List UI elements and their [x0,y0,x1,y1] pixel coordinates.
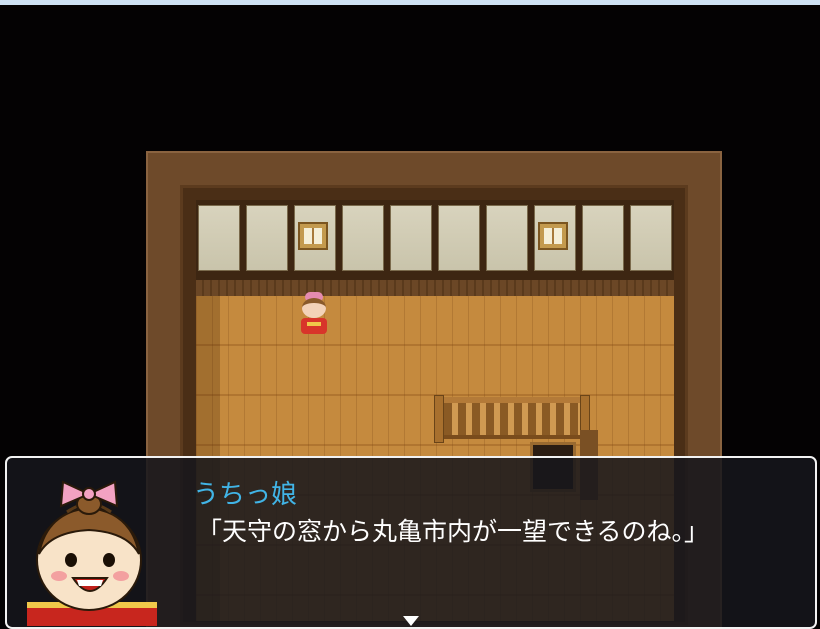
sprite-head [302,298,326,318]
shoji-panel [582,205,624,271]
player-sprite [297,292,331,340]
castle-window-left[interactable] [298,222,328,250]
shoji-panel [486,205,528,271]
sprite-obi [307,322,321,326]
speaker-name: うちっ娘 [193,480,298,510]
game-screen[interactable]: うちっ娘 「天守の窓から丸亀市内が一望できるのね。」 [0,5,820,629]
shoji-panel [198,205,240,271]
shoji-wall [196,200,674,280]
shoji-panel [390,205,432,271]
shoji-panel [630,205,672,271]
castle-window-right[interactable] [538,222,568,250]
shoji-panel [342,205,384,271]
railing-post-left [434,395,444,443]
wall-baseboard [196,280,674,296]
character-portrait [27,480,157,626]
dialogue-text: 「天守の窓から丸亀市内が一望できるのね。」 [197,517,710,546]
stair-railing [434,397,590,439]
continue-arrow-icon[interactable] [403,616,419,626]
shoji-panel [438,205,480,271]
sprite-kimono [301,318,327,334]
shoji-panel [246,205,288,271]
message-window[interactable]: うちっ娘 「天守の窓から丸亀市内が一望できるのね。」 [5,456,817,629]
